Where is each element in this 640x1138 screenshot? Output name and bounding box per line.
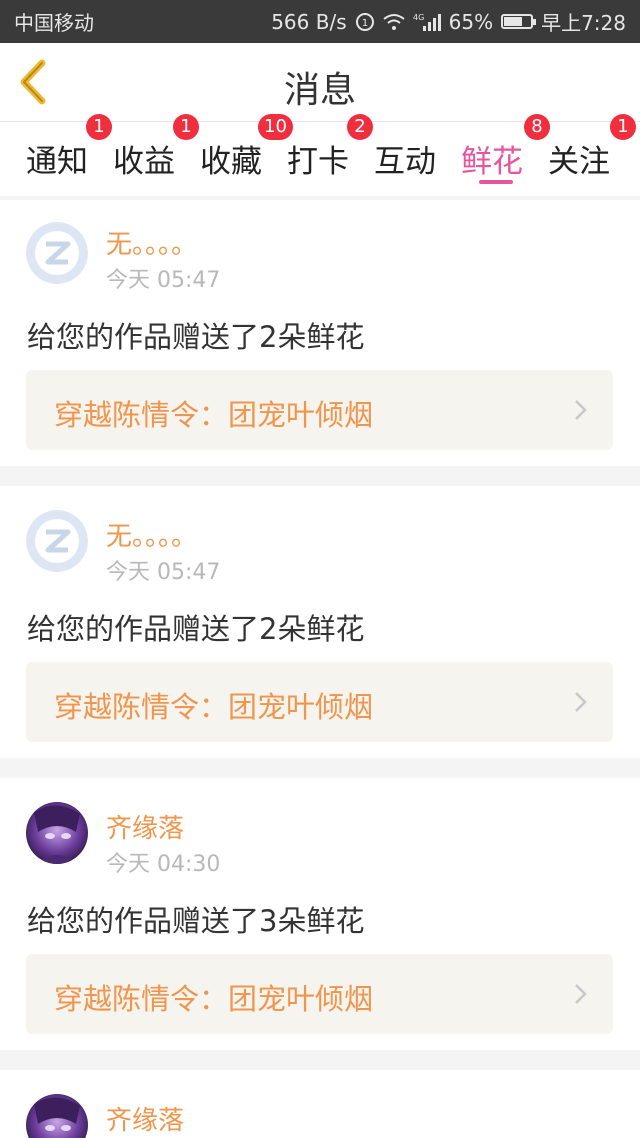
work-link[interactable]: 穿越陈情令：团宠叶倾烟: [26, 370, 613, 450]
username[interactable]: 齐缘落: [106, 1100, 184, 1137]
timestamp: 今天 04:30: [106, 852, 221, 877]
user-photo-icon: [26, 802, 88, 864]
avatar[interactable]: [26, 222, 88, 284]
tab-label: 打卡: [287, 144, 349, 180]
message-text: 给您的作品赠送了3朵鲜花: [27, 904, 365, 938]
header: 消息: [0, 43, 640, 122]
tab-bar: 通知 1 收益 1 收藏 10 打卡 2 互动 鲜花 8 关注 1: [0, 114, 640, 196]
signal-label: 4G: [413, 13, 424, 22]
work-link[interactable]: 穿越陈情令：团宠叶倾烟: [26, 954, 613, 1034]
tab-flowers[interactable]: 鲜花 8: [461, 114, 550, 196]
network-speed: 566 B/s: [271, 9, 347, 34]
chevron-right-icon: [575, 400, 587, 420]
active-tab-indicator: [479, 180, 513, 184]
avatar[interactable]: [26, 1094, 88, 1138]
carrier-label: 中国移动: [14, 11, 94, 35]
clock: 早上7:28: [541, 11, 626, 35]
tab-label: 通知: [26, 144, 88, 180]
unread-badge: 1: [173, 114, 199, 140]
chevron-right-icon: [575, 984, 587, 1004]
list-item[interactable]: 无。。。。 今天 05:47 给您的作品赠送了2朵鲜花 穿越陈情令：团宠叶倾烟: [0, 486, 640, 758]
tab-checkin[interactable]: 打卡 2: [287, 114, 373, 196]
wifi-icon: [383, 13, 405, 31]
tab-label: 收益: [113, 144, 175, 180]
svg-text:1: 1: [361, 18, 367, 29]
work-title: 穿越陈情令：团宠叶倾烟: [54, 398, 374, 432]
signal-icon: 4G: [413, 12, 441, 32]
chevron-right-icon: [575, 692, 587, 712]
list-item[interactable]: 无。。。。 今天 05:47 给您的作品赠送了2朵鲜花 穿越陈情令：团宠叶倾烟: [0, 200, 640, 466]
list-item[interactable]: 齐缘落 今天 04:30 给您的作品赠送了3朵鲜花 穿越陈情令：团宠叶倾烟: [0, 778, 640, 1050]
unread-badge: 2: [347, 114, 373, 140]
work-title: 穿越陈情令：团宠叶倾烟: [54, 982, 374, 1016]
tab-label: 鲜花: [461, 144, 523, 180]
message-text: 给您的作品赠送了2朵鲜花: [27, 612, 365, 646]
tab-label: 收藏: [200, 144, 262, 180]
tab-notifications[interactable]: 通知 1: [26, 114, 112, 196]
username[interactable]: 齐缘落: [106, 808, 184, 845]
message-text: 给您的作品赠送了2朵鲜花: [27, 320, 365, 354]
work-title: 穿越陈情令：团宠叶倾烟: [54, 690, 374, 724]
tab-favorites[interactable]: 收藏 10: [200, 114, 293, 196]
default-avatar-icon: [26, 222, 88, 284]
data-saver-icon: 1: [355, 12, 375, 32]
default-avatar-icon: [26, 510, 88, 572]
list-item[interactable]: 齐缘落: [0, 1070, 640, 1138]
page-title: 消息: [283, 70, 356, 111]
unread-badge: 1: [610, 114, 636, 140]
timestamp: 今天 05:47: [106, 560, 221, 585]
status-right: 566 B/s 1 4G 65% 早上7:28: [271, 7, 626, 36]
avatar[interactable]: [26, 510, 88, 572]
battery-icon: [501, 14, 537, 29]
tab-interaction[interactable]: 互动: [374, 122, 442, 196]
work-link[interactable]: 穿越陈情令：团宠叶倾烟: [26, 662, 613, 742]
tab-label: 关注: [548, 144, 610, 180]
battery-percent: 65%: [448, 9, 494, 34]
tab-label: 互动: [374, 144, 436, 180]
timestamp: 今天 05:47: [106, 268, 221, 293]
username[interactable]: 无。。。。: [106, 516, 197, 553]
user-photo-icon: [26, 1094, 88, 1138]
unread-badge: 8: [524, 114, 550, 140]
avatar[interactable]: [26, 802, 88, 864]
tab-follow[interactable]: 关注 1: [548, 114, 636, 196]
unread-badge: 1: [86, 114, 112, 140]
tab-earnings[interactable]: 收益 1: [113, 114, 199, 196]
username[interactable]: 无。。。。: [106, 224, 197, 261]
status-bar: 中国移动 566 B/s 1 4G 65% 早上7:28: [0, 0, 640, 43]
